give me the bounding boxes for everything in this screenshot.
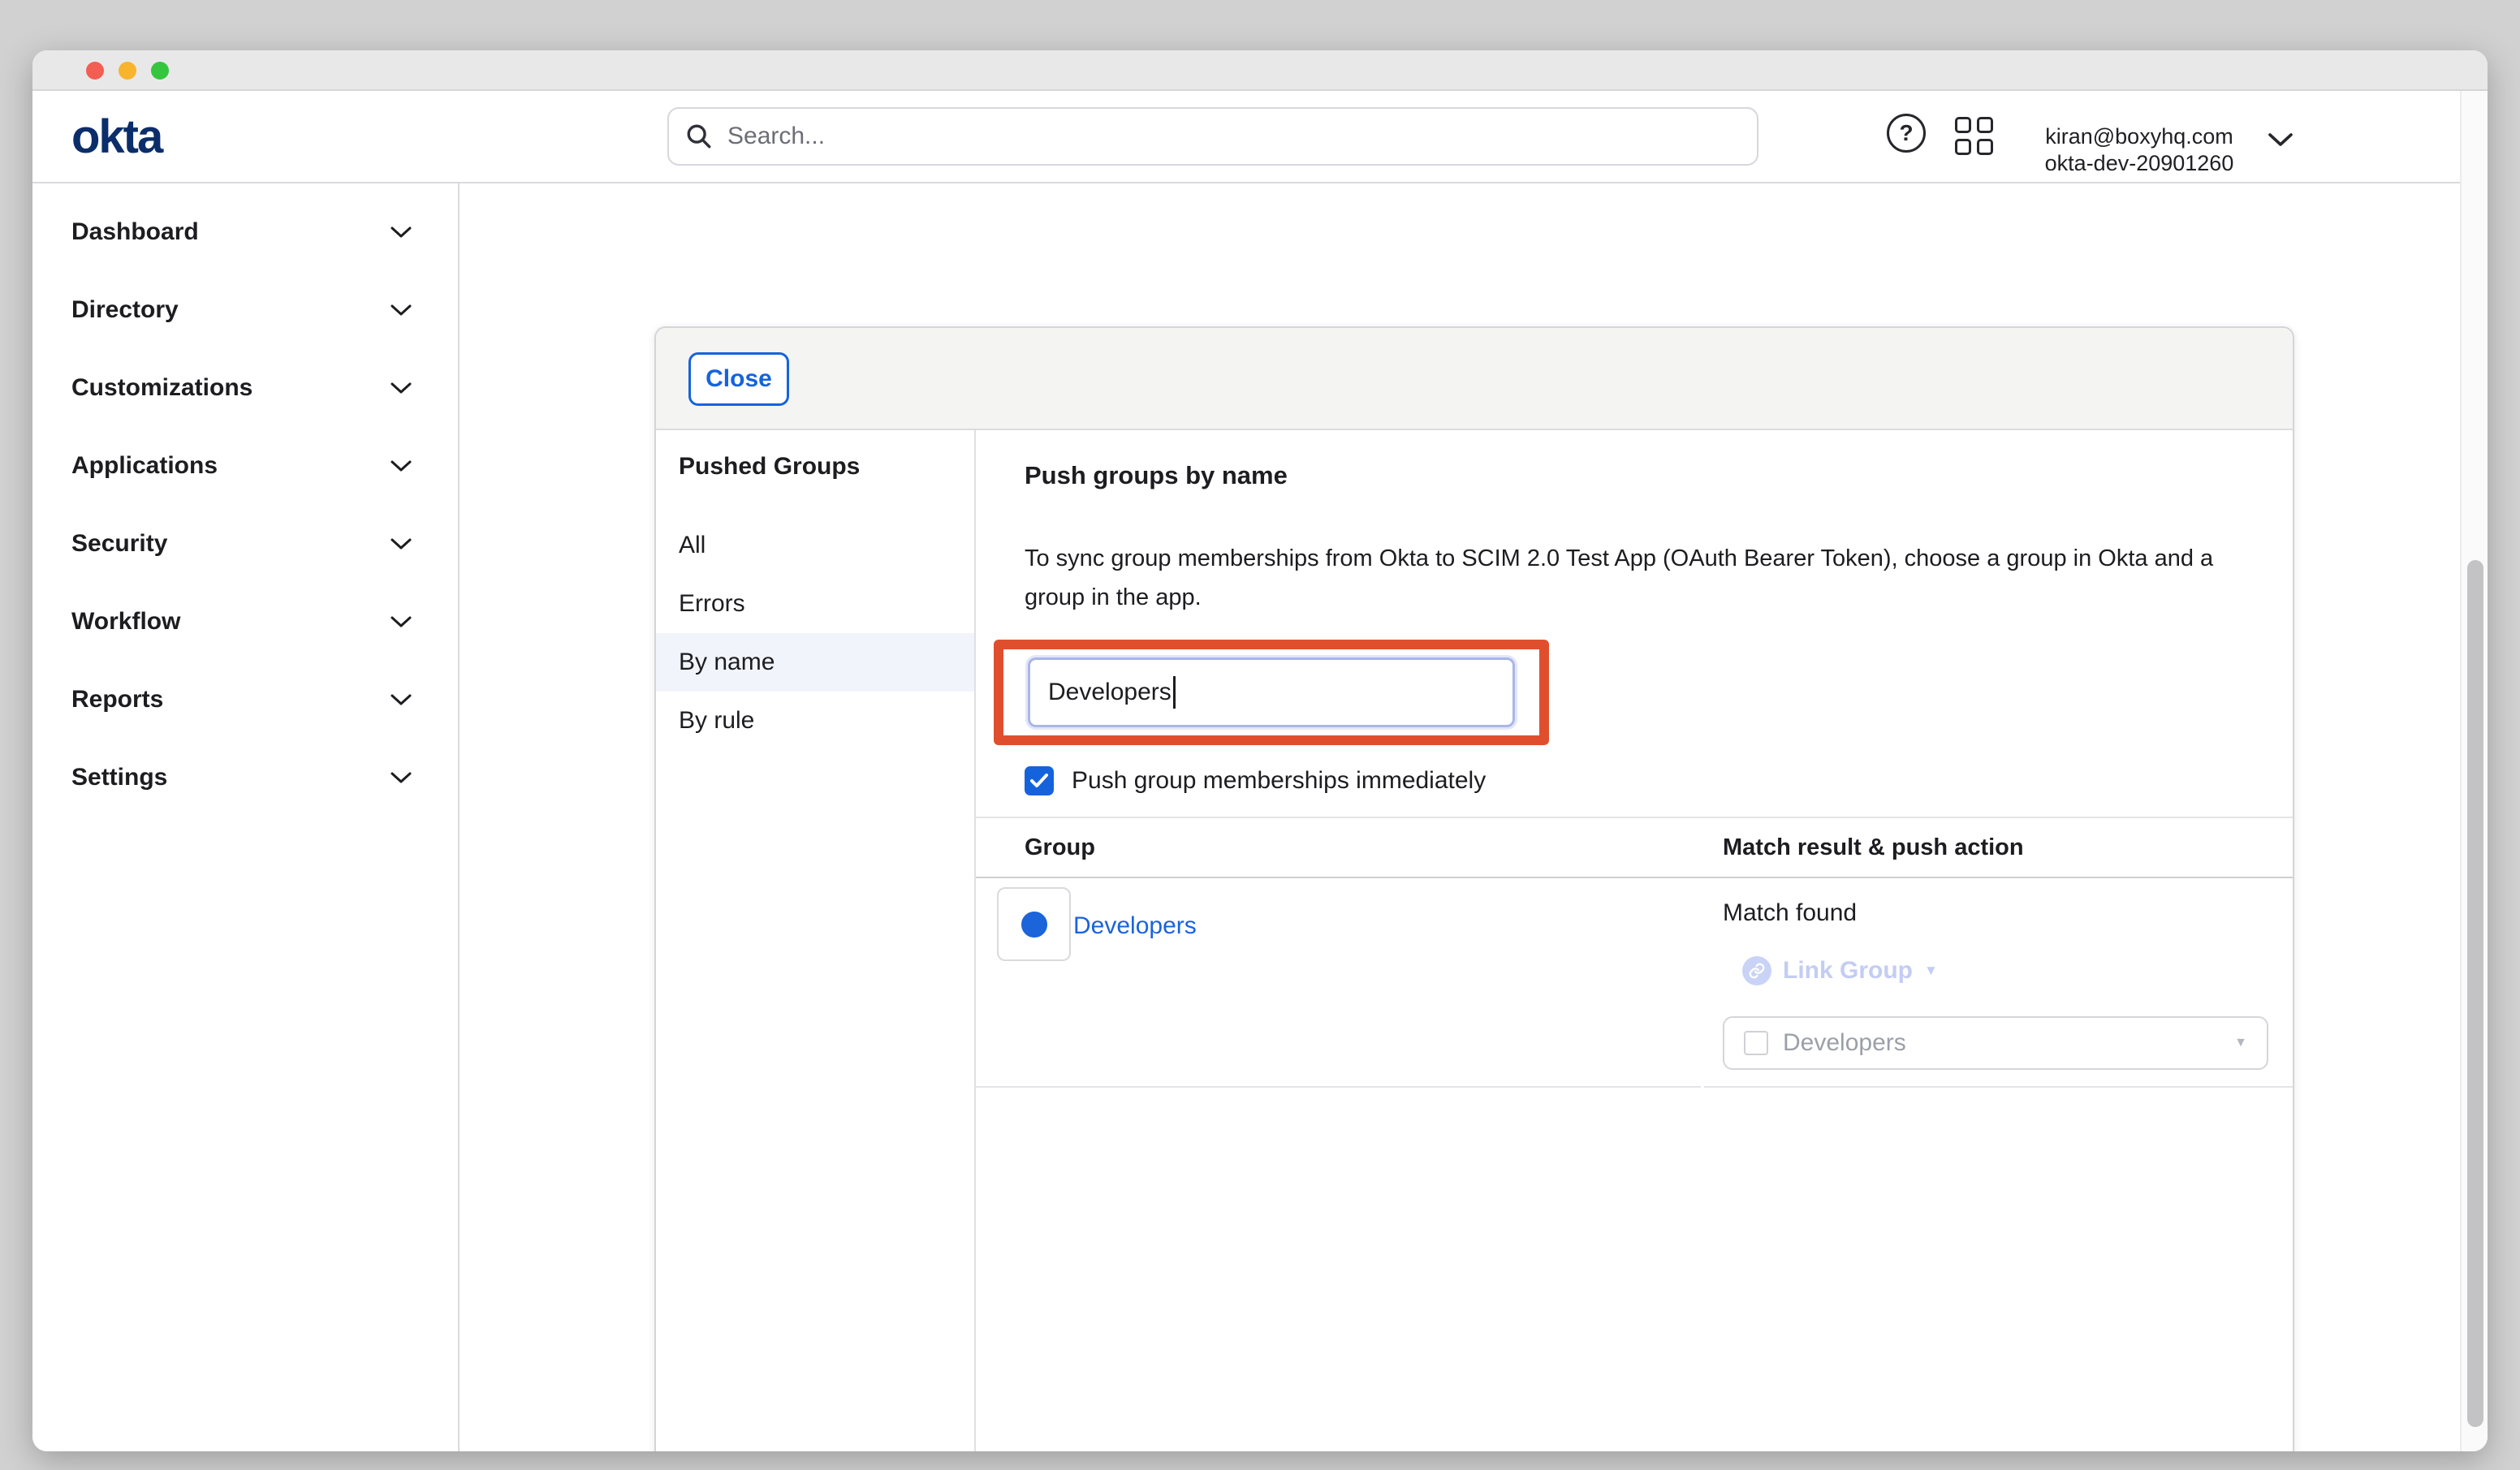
push-immediately-label: Push group memberships immediately xyxy=(1072,767,1486,795)
panel-toolbar: Close xyxy=(656,328,2293,430)
browser-window: okta kiran@boxyhq.com okta-dev-20901260 xyxy=(32,50,2488,1451)
group-avatar-donut-icon xyxy=(1021,912,1047,938)
table-top-border xyxy=(976,817,2293,818)
close-button[interactable]: Close xyxy=(688,352,789,406)
target-group-value: Developers xyxy=(1783,1029,2234,1057)
account-email: kiran@boxyhq.com xyxy=(2022,123,2257,150)
chevron-down-icon xyxy=(390,771,412,784)
target-group-dropdown[interactable]: Developers ▼ xyxy=(1723,1016,2268,1070)
table-header-border xyxy=(976,877,2293,878)
window-controls xyxy=(86,62,169,80)
app-header: okta kiran@boxyhq.com okta-dev-20901260 xyxy=(32,91,2488,183)
match-status: Match found xyxy=(1723,899,1857,927)
sidebar-item-dashboard[interactable]: Dashboard xyxy=(32,193,458,271)
nav-item-errors[interactable]: Errors xyxy=(656,575,974,633)
chevron-down-icon xyxy=(390,693,412,706)
group-avatar xyxy=(997,887,1071,961)
sidebar-item-settings[interactable]: Settings xyxy=(32,739,458,817)
chevron-down-icon xyxy=(390,459,412,472)
sidebar-item-applications[interactable]: Applications xyxy=(32,427,458,505)
group-placeholder-icon xyxy=(1744,1031,1768,1055)
caret-down-icon: ▼ xyxy=(2234,1036,2247,1050)
sidebar-item-security[interactable]: Security xyxy=(32,505,458,583)
account-menu[interactable]: kiran@boxyhq.com okta-dev-20901260 xyxy=(2022,123,2257,177)
push-immediately-checkbox[interactable] xyxy=(1025,766,1054,795)
section-heading: Push groups by name xyxy=(1025,461,1288,490)
check-icon xyxy=(1029,773,1049,789)
scrollbar-track[interactable] xyxy=(2460,91,2488,1451)
text-cursor xyxy=(1173,676,1176,709)
sidebar-item-customizations[interactable]: Customizations xyxy=(32,349,458,427)
close-window-button[interactable] xyxy=(86,62,104,80)
row-bottom-border xyxy=(976,1086,1701,1088)
global-search[interactable] xyxy=(667,107,1758,166)
link-icon xyxy=(1742,956,1771,985)
okta-logo: okta xyxy=(71,91,162,182)
pushed-groups-nav: Pushed Groups All Errors By name By rule xyxy=(656,430,976,1451)
pushed-groups-title: Pushed Groups xyxy=(679,453,860,481)
caret-down-icon: ▼ xyxy=(1924,963,1938,979)
pushed-groups-panel: Close Pushed Groups All Errors By name B… xyxy=(654,326,2294,1451)
push-immediately-row: Push group memberships immediately xyxy=(1025,766,1486,795)
sidebar-item-workflow[interactable]: Workflow xyxy=(32,583,458,661)
nav-item-by-rule[interactable]: By rule xyxy=(656,692,974,750)
row-bottom-border xyxy=(1704,1086,2294,1088)
page-body: Dashboard Directory Customizations Appli… xyxy=(32,183,2488,1451)
nav-item-by-name[interactable]: By name xyxy=(656,633,974,692)
sidebar-item-reports[interactable]: Reports xyxy=(32,661,458,739)
sidebar-item-directory[interactable]: Directory xyxy=(32,271,458,349)
account-org: okta-dev-20901260 xyxy=(2022,150,2257,177)
apps-grid-icon[interactable] xyxy=(1955,117,1993,155)
chevron-down-icon xyxy=(390,226,412,239)
scrollbar-thumb[interactable] xyxy=(2467,560,2483,1427)
column-header-match: Match result & push action xyxy=(1723,834,2024,861)
search-icon xyxy=(685,123,713,150)
minimize-window-button[interactable] xyxy=(119,62,136,80)
push-by-name-content: Push groups by name To sync group member… xyxy=(976,430,2293,1451)
chevron-down-icon xyxy=(390,537,412,550)
link-group-button[interactable]: Link Group ▼ xyxy=(1742,956,1938,985)
nav-item-all[interactable]: All xyxy=(656,516,974,575)
section-description: To sync group memberships from Okta to S… xyxy=(1025,539,2267,617)
link-group-label: Link Group xyxy=(1783,957,1913,985)
account-chevron-down-icon[interactable] xyxy=(2267,131,2294,148)
zoom-window-button[interactable] xyxy=(151,62,169,80)
column-header-group: Group xyxy=(1025,834,1095,861)
chevron-down-icon xyxy=(390,304,412,317)
help-icon[interactable] xyxy=(1887,114,1926,153)
chevron-down-icon xyxy=(390,382,412,394)
window-titlebar xyxy=(32,50,2488,91)
search-input[interactable] xyxy=(726,122,1741,151)
group-name-link[interactable]: Developers xyxy=(1073,912,1197,940)
group-name-input[interactable]: Developers xyxy=(1028,657,1515,727)
chevron-down-icon xyxy=(390,615,412,628)
sidebar: Dashboard Directory Customizations Appli… xyxy=(32,183,460,1451)
